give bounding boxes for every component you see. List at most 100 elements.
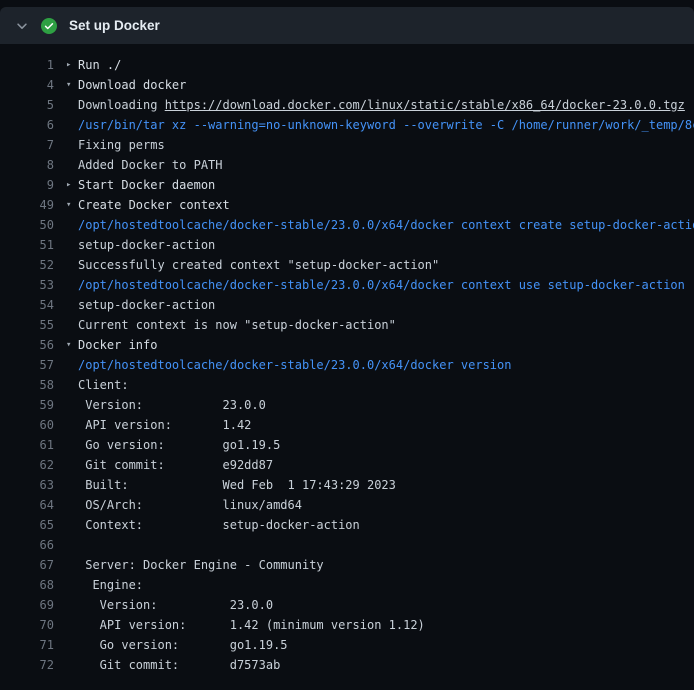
line-number[interactable]: 68 <box>0 575 54 595</box>
arrow-slot <box>66 595 78 615</box>
line-number[interactable]: 69 <box>0 595 54 615</box>
log-line: 72 Git commit: d7573ab <box>0 655 694 675</box>
log-text: Version: 23.0.0 <box>78 395 266 415</box>
log-line: 60 API version: 1.42 <box>0 415 694 435</box>
log-line[interactable]: 49 ▾Create Docker context <box>0 195 694 215</box>
log-line: 53/opt/hostedtoolcache/docker-stable/23.… <box>0 275 694 295</box>
log-text: setup-docker-action <box>78 235 215 255</box>
line-number[interactable]: 54 <box>0 295 54 315</box>
log-text: Server: Docker Engine - Community <box>78 555 324 575</box>
triangle-open-icon[interactable]: ▾ <box>66 335 78 355</box>
log-line: 62 Git commit: e92dd87 <box>0 455 694 475</box>
line-number[interactable]: 6 <box>0 115 54 135</box>
arrow-slot <box>66 155 78 175</box>
line-number[interactable]: 4 <box>0 75 54 95</box>
log-text: API version: 1.42 (minimum version 1.12) <box>78 615 425 635</box>
arrow-slot <box>66 515 78 535</box>
line-number[interactable]: 50 <box>0 215 54 235</box>
line-number[interactable]: 49 <box>0 195 54 215</box>
triangle-open-icon[interactable]: ▾ <box>66 75 78 95</box>
line-number[interactable]: 52 <box>0 255 54 275</box>
log-text: /opt/hostedtoolcache/docker-stable/23.0.… <box>78 275 685 295</box>
log-text: Create Docker context <box>78 195 230 215</box>
line-number[interactable]: 64 <box>0 495 54 515</box>
line-number[interactable]: 7 <box>0 135 54 155</box>
log-text-prefix: Downloading <box>78 98 165 112</box>
log-line[interactable]: 56▾Docker info <box>0 335 694 355</box>
log-text: /opt/hostedtoolcache/docker-stable/23.0.… <box>78 215 694 235</box>
line-number[interactable]: 58 <box>0 375 54 395</box>
log-text: API version: 1.42 <box>78 415 251 435</box>
arrow-slot <box>66 215 78 235</box>
arrow-slot <box>66 415 78 435</box>
arrow-slot <box>66 275 78 295</box>
triangle-closed-icon[interactable]: ▸ <box>66 55 78 75</box>
log-line: 66 <box>0 535 694 555</box>
log-text: Downloading https://download.docker.com/… <box>78 95 685 115</box>
line-number[interactable]: 59 <box>0 395 54 415</box>
arrow-slot <box>66 375 78 395</box>
log-line: 64 OS/Arch: linux/amd64 <box>0 495 694 515</box>
arrow-slot <box>66 355 78 375</box>
line-number[interactable]: 56 <box>0 335 54 355</box>
arrow-slot <box>66 315 78 335</box>
arrow-slot <box>66 115 78 135</box>
log-text: setup-docker-action <box>78 295 215 315</box>
arrow-slot <box>66 475 78 495</box>
log-line[interactable]: 4 ▾Download docker <box>0 75 694 95</box>
log-text: Built: Wed Feb 1 17:43:29 2023 <box>78 475 396 495</box>
line-number[interactable]: 66 <box>0 535 54 555</box>
log-text: Version: 23.0.0 <box>78 595 273 615</box>
triangle-closed-icon[interactable]: ▸ <box>66 175 78 195</box>
step-header[interactable]: Set up Docker <box>0 7 694 44</box>
log-text: Run ./ <box>78 55 121 75</box>
log-line[interactable]: 1 ▸Run ./ <box>0 55 694 75</box>
log-text: Download docker <box>78 75 186 95</box>
log-text: Added Docker to PATH <box>78 155 223 175</box>
line-number[interactable]: 5 <box>0 95 54 115</box>
arrow-slot <box>66 235 78 255</box>
log-line: 57/opt/hostedtoolcache/docker-stable/23.… <box>0 355 694 375</box>
log-text: Go version: go1.19.5 <box>78 435 280 455</box>
log-line: 52Successfully created context "setup-do… <box>0 255 694 275</box>
log-line: 54 setup-docker-action <box>0 295 694 315</box>
line-number[interactable]: 1 <box>0 55 54 75</box>
log-line[interactable]: 9▸Start Docker daemon <box>0 175 694 195</box>
line-number[interactable]: 71 <box>0 635 54 655</box>
log-text: Git commit: d7573ab <box>78 655 280 675</box>
log-line: 67 Server: Docker Engine - Community <box>0 555 694 575</box>
log-line: 59 Version: 23.0.0 <box>0 395 694 415</box>
line-number[interactable]: 55 <box>0 315 54 335</box>
arrow-slot <box>66 535 78 555</box>
log-text: /opt/hostedtoolcache/docker-stable/23.0.… <box>78 355 511 375</box>
log-line: 5 Downloading https://download.docker.com… <box>0 95 694 115</box>
chevron-down-icon[interactable] <box>15 19 29 33</box>
line-number[interactable]: 70 <box>0 615 54 635</box>
line-number[interactable]: 8 <box>0 155 54 175</box>
line-number[interactable]: 60 <box>0 415 54 435</box>
download-link[interactable]: https://download.docker.com/linux/static… <box>165 98 685 112</box>
line-number[interactable]: 57 <box>0 355 54 375</box>
line-number[interactable]: 62 <box>0 455 54 475</box>
workflow-log-viewer: Set up Docker 1▸Run ./4▾Download docker5… <box>0 7 694 675</box>
log-line: 70 API version: 1.42 (minimum version 1.… <box>0 615 694 635</box>
line-number[interactable]: 63 <box>0 475 54 495</box>
log-line: 61 Go version: go1.19.5 <box>0 435 694 455</box>
line-number[interactable]: 9 <box>0 175 54 195</box>
line-number[interactable]: 65 <box>0 515 54 535</box>
line-number[interactable]: 51 <box>0 235 54 255</box>
triangle-open-icon[interactable]: ▾ <box>66 195 78 215</box>
arrow-slot <box>66 655 78 675</box>
log-text: Current context is now "setup-docker-act… <box>78 315 396 335</box>
line-number[interactable]: 53 <box>0 275 54 295</box>
arrow-slot <box>66 95 78 115</box>
log-line: 7Fixing perms <box>0 135 694 155</box>
log-line: 55 Current context is now "setup-docker-a… <box>0 315 694 335</box>
line-number[interactable]: 61 <box>0 435 54 455</box>
line-number[interactable]: 72 <box>0 655 54 675</box>
log-line: 68 Engine: <box>0 575 694 595</box>
log-text: Engine: <box>78 575 143 595</box>
line-number[interactable]: 67 <box>0 555 54 575</box>
arrow-slot <box>66 555 78 575</box>
log-text: OS/Arch: linux/amd64 <box>78 495 302 515</box>
